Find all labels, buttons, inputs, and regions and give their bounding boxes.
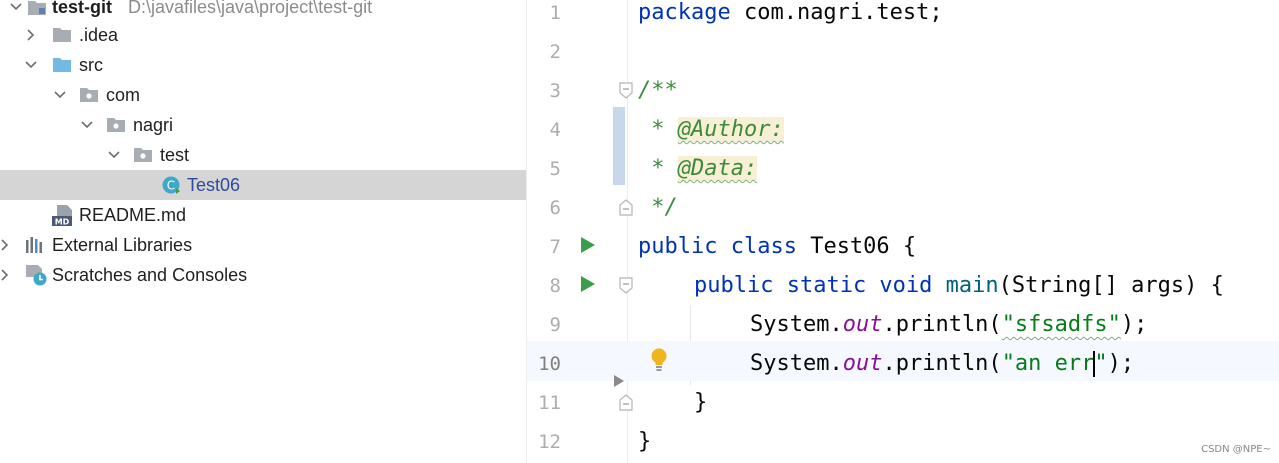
line-number: 2 [549, 41, 561, 63]
tree-item-src[interactable]: src [0, 50, 526, 80]
fold-start-icon[interactable] [619, 82, 633, 99]
code-line[interactable]: 3 /** [527, 78, 1279, 117]
code-text[interactable]: public class Test06 { [638, 234, 916, 260]
tree-item-nagri[interactable]: nagri [0, 110, 526, 140]
code-line[interactable]: 4 * @Author: [527, 117, 1279, 156]
code-line[interactable]: 1 package com.nagri.test; [527, 0, 1279, 39]
javadoc-tag-author: @Author: [677, 117, 784, 142]
code-line-current[interactable]: 10 System.out.println("an err"); [527, 341, 1279, 381]
tree-item-label: test [160, 145, 190, 165]
code-text[interactable]: * @Data: [638, 156, 758, 182]
class-badge: C [167, 179, 175, 193]
fold-start-icon[interactable] [619, 277, 633, 294]
code-line[interactable]: 11 } [527, 390, 1279, 429]
line-number: 7 [549, 236, 561, 258]
tree-item-label: com [106, 85, 141, 105]
folder-icon [53, 28, 71, 42]
lightbulb-icon[interactable] [649, 347, 669, 373]
line-number: 1 [549, 2, 561, 24]
line-number: 6 [549, 197, 561, 219]
tree-item-test[interactable]: test [0, 140, 526, 170]
run-class-icon[interactable] [581, 237, 595, 253]
chevron-down-icon[interactable] [53, 88, 67, 102]
project-path: D:\javafiles\java\project\test-git [128, 0, 373, 17]
code-text[interactable]: } [694, 390, 707, 416]
gutter-arrow-icon[interactable] [613, 374, 625, 388]
source-folder-icon [53, 58, 71, 72]
code-text[interactable]: } [638, 429, 651, 455]
code-line[interactable]: 2 [527, 39, 1279, 78]
tree-item-label: README.md [79, 205, 187, 225]
chevron-right-icon[interactable] [0, 238, 12, 252]
code-text[interactable]: System.out.println("an err"); [750, 351, 1134, 377]
md-badge: MD [55, 218, 70, 227]
fold-end-icon[interactable] [619, 199, 633, 216]
code-text[interactable]: public static void main(String[] args) { [694, 273, 1224, 299]
chevron-down-icon[interactable] [80, 118, 94, 132]
code-line[interactable]: 6 */ [527, 195, 1279, 234]
code-line[interactable]: 7 public class Test06 { [527, 234, 1279, 273]
chevron-right-icon[interactable] [0, 268, 12, 282]
code-text[interactable]: System.out.println("sfsadfs"); [750, 312, 1147, 338]
javadoc-tag-data: @Data: [677, 156, 758, 181]
code-line[interactable]: 12 } [527, 429, 1279, 463]
code-text[interactable]: * @Author: [638, 117, 784, 143]
code-line[interactable]: 5 * @Data: [527, 156, 1279, 195]
tree-item-external-libraries[interactable]: External Libraries [0, 230, 526, 260]
run-main-icon[interactable] [581, 276, 595, 292]
line-number: 8 [549, 275, 561, 297]
markdown-file-icon: MD [52, 205, 72, 227]
code-text[interactable]: package com.nagri.test; [638, 0, 943, 26]
package-icon [107, 118, 125, 132]
package-icon [134, 148, 152, 162]
package-icon [80, 88, 98, 102]
tree-item-label: Scratches and Consoles [52, 265, 248, 285]
code-text[interactable]: */ [638, 195, 678, 221]
code-text[interactable]: /** [638, 78, 678, 104]
tree-item-idea[interactable]: .idea [0, 20, 526, 50]
tree-item-com[interactable]: com [0, 80, 526, 110]
watermark: CSDN @NPE~ [1201, 444, 1271, 455]
code-editor[interactable]: 1 package com.nagri.test; 2 3 /** 4 * @A… [526, 0, 1279, 463]
libraries-icon [26, 237, 42, 253]
tree-item-label: src [79, 55, 103, 75]
java-class-icon: C [162, 176, 180, 194]
tree-item-label: .idea [79, 25, 119, 45]
chevron-down-icon[interactable] [9, 0, 23, 14]
chevron-down-icon[interactable] [24, 58, 38, 72]
line-number: 5 [549, 158, 561, 180]
chevron-down-icon[interactable] [107, 148, 121, 162]
tree-item-test06[interactable]: C Test06 [0, 170, 526, 200]
fold-end-icon[interactable] [619, 394, 633, 411]
line-number: 4 [549, 119, 561, 141]
chevron-right-icon[interactable] [24, 28, 38, 42]
line-number: 12 [538, 431, 561, 453]
tree-item-label: nagri [133, 115, 174, 135]
tree-item-label: test-git [52, 0, 112, 17]
tree-item-label: Test06 [187, 175, 241, 195]
tree-item-readme[interactable]: MD README.md [0, 200, 526, 230]
scratches-icon [26, 265, 47, 286]
line-number: 10 [538, 353, 561, 375]
module-folder-icon [28, 1, 46, 15]
tree-item-scratches[interactable]: Scratches and Consoles [0, 260, 526, 290]
line-number: 3 [549, 80, 561, 102]
project-tree: test-git D:\javafiles\java\project\test-… [0, 0, 526, 463]
line-number: 11 [538, 392, 561, 414]
tree-item-label: External Libraries [52, 235, 193, 255]
line-number: 9 [549, 314, 561, 336]
code-line[interactable]: 8 public static void main(String[] args)… [527, 273, 1279, 312]
string-literal: "sfsadfs" [1001, 312, 1121, 337]
tree-item-root[interactable]: test-git D:\javafiles\java\project\test-… [0, 0, 526, 22]
